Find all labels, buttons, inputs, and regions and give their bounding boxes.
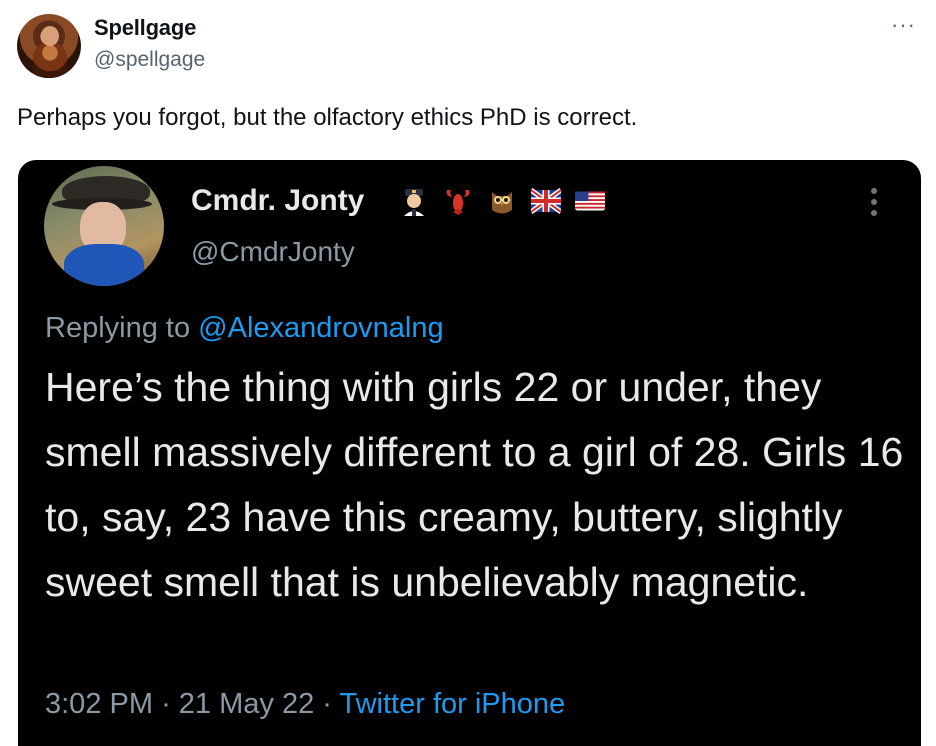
uk-flag-emoji-icon	[531, 187, 561, 215]
quoted-tweet-body: Here’s the thing with girls 22 or under,…	[45, 364, 904, 605]
author-handle[interactable]: @spellgage	[94, 48, 205, 72]
replying-to-line: Replying to @Alexandrovnalng	[45, 312, 444, 345]
owl-emoji-icon	[492, 192, 512, 214]
meta-separator: ·	[322, 688, 332, 720]
more-options-icon[interactable]: ···	[891, 14, 916, 36]
tweet-time: 3:02 PM	[45, 688, 153, 720]
quoted-more-options-icon[interactable]	[869, 188, 879, 218]
replying-prefix: Replying to	[45, 312, 191, 344]
us-flag-emoji-icon	[575, 191, 605, 211]
replying-mention-link[interactable]: @Alexandrovnalng	[198, 312, 443, 344]
quoted-avatar	[44, 166, 164, 286]
tweet-date: 21 May 22	[178, 688, 315, 720]
avatar[interactable]	[17, 14, 81, 78]
quoted-author-handle: @CmdrJonty	[191, 236, 355, 267]
meta-separator: ·	[161, 688, 171, 720]
lobster-emoji-icon	[446, 190, 470, 215]
avatar-figure	[33, 42, 67, 78]
quoted-author-name: Cmdr. Jonty	[191, 184, 365, 217]
tweet-text: Perhaps you forgot, but the olfactory et…	[17, 104, 638, 131]
pilot-emoji-icon	[404, 189, 424, 216]
quoted-tweet-card: Cmdr. Jonty @CmdrJonty Replying to @Alex…	[18, 160, 921, 746]
author-name[interactable]: Spellgage	[94, 15, 196, 41]
name-emojis	[399, 186, 605, 216]
scarf-shape	[64, 244, 144, 286]
tweet-meta: 3:02 PM · 21 May 22 · Twitter for iPhone	[45, 688, 565, 721]
tweet-source-link[interactable]: Twitter for iPhone	[340, 688, 566, 720]
avatar-head	[41, 26, 59, 46]
